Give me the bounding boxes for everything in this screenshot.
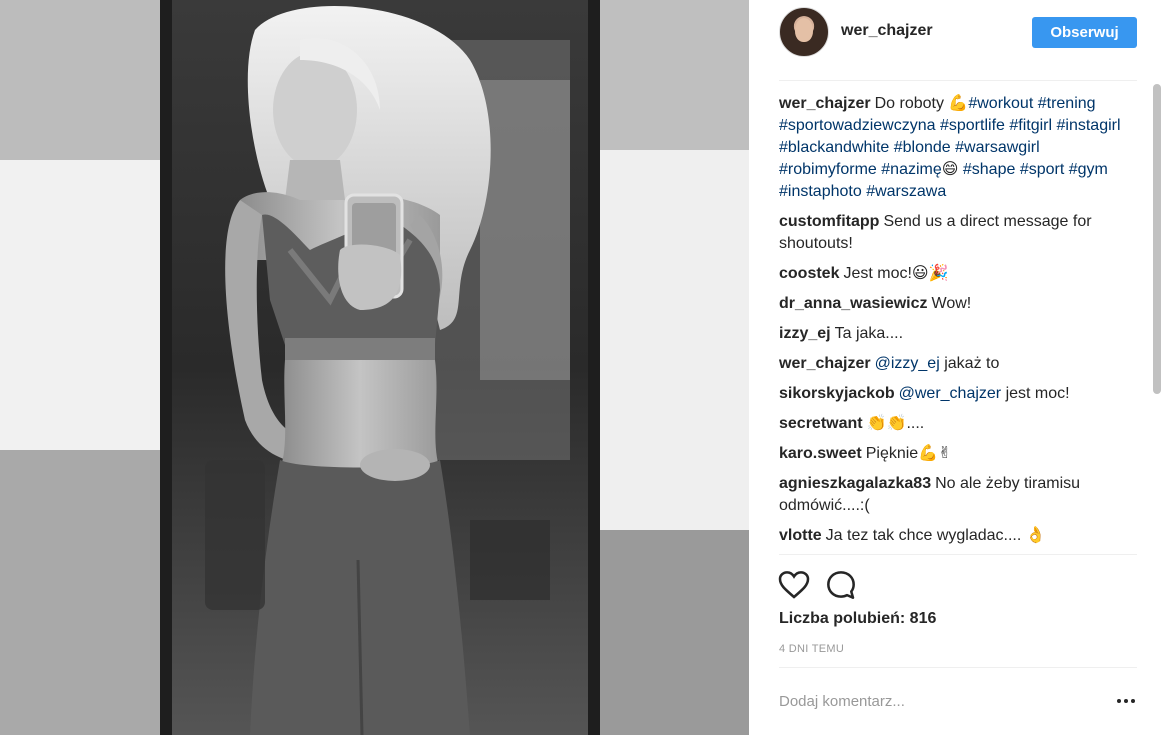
post-header: wer_chajzer Obserwuj	[779, 0, 1137, 81]
heart-outline-icon[interactable]	[777, 569, 811, 601]
likes-count[interactable]: Liczba polubień: 816	[779, 610, 936, 628]
hashtag-link[interactable]: #gym	[1069, 161, 1108, 178]
comments-list[interactable]: wer_chajzer Do roboty 💪#workout #trening …	[779, 93, 1137, 554]
comment-item: secretwant 👏👏....	[779, 413, 1137, 435]
comment-username[interactable]: secretwant	[779, 415, 863, 432]
comment-item: coostek Jest moc!😃🎉	[779, 263, 1137, 285]
hashtag-link[interactable]: @izzy_ej	[875, 355, 940, 372]
hashtag-link[interactable]: #instagirl	[1057, 117, 1121, 134]
more-options-icon[interactable]	[1116, 695, 1136, 707]
comment-username[interactable]: coostek	[779, 265, 839, 282]
comment-text: jakaż to	[939, 355, 1000, 372]
comment-username[interactable]: wer_chajzer	[779, 355, 871, 372]
hashtag-link[interactable]: #sportowadziewczyna	[779, 117, 936, 134]
comment-username[interactable]: izzy_ej	[779, 325, 831, 342]
post-photo[interactable]	[0, 0, 749, 735]
post-timestamp[interactable]: 4 DNI TEMU	[779, 643, 844, 655]
hashtag-link[interactable]: @wer_chajzer	[899, 385, 1002, 402]
hashtag-link[interactable]: #workout	[968, 95, 1033, 112]
hashtag-link[interactable]: #blonde	[894, 139, 951, 156]
hashtag-link[interactable]: #fitgirl	[1009, 117, 1052, 134]
comment-text: Pięknie💪✌	[865, 445, 952, 462]
comment-username[interactable]: dr_anna_wasiewicz	[779, 295, 928, 312]
comment-text: Ja tez tak chce wygladac.... 👌	[825, 527, 1046, 544]
hashtag-link[interactable]: #sportlife	[940, 117, 1005, 134]
hashtag-link[interactable]: #shape	[963, 161, 1016, 178]
comment-item: karo.sweet Pięknie💪✌	[779, 443, 1137, 465]
speech-bubble-icon[interactable]	[825, 569, 857, 601]
comment-username[interactable]: customfitapp	[779, 213, 879, 230]
follow-button[interactable]: Obserwuj	[1032, 17, 1137, 48]
hashtag-link[interactable]: #warsawgirl	[955, 139, 1039, 156]
scrollbar-thumb[interactable]	[1153, 84, 1161, 394]
post-caption: wer_chajzer Do roboty 💪#workout #trening …	[779, 93, 1137, 203]
comment-text: Do roboty 💪	[874, 95, 969, 112]
comment-text: Wow!	[931, 295, 972, 312]
comment-username[interactable]: vlotte	[779, 527, 822, 544]
photo-image	[0, 0, 749, 735]
hashtag-link[interactable]: #nazimę	[881, 161, 941, 178]
comment-text: Ta jaka....	[834, 325, 904, 342]
comments-scrollbar[interactable]	[1153, 84, 1161, 554]
comment-username[interactable]: karo.sweet	[779, 445, 862, 462]
hashtag-link[interactable]: #blackandwhite	[779, 139, 889, 156]
comment-text: Jest moc!😃🎉	[843, 265, 949, 282]
comment-item: wer_chajzer @izzy_ej jakaż to	[779, 353, 1137, 375]
hashtag-link[interactable]: #warszawa	[866, 183, 946, 200]
username-link[interactable]: wer_chajzer	[841, 22, 933, 40]
comment-item: dr_anna_wasiewicz Wow!	[779, 293, 1137, 315]
avatar-face	[795, 18, 813, 42]
comment-username[interactable]: agnieszkagalazka83	[779, 475, 931, 492]
avatar[interactable]	[779, 7, 829, 57]
hashtag-link[interactable]: #instaphoto	[779, 183, 862, 200]
comment-text: 👏👏....	[866, 415, 925, 432]
comment-text: 😄	[941, 161, 963, 178]
comment-username[interactable]: sikorskyjackob	[779, 385, 895, 402]
add-comment-input[interactable]	[779, 683, 1099, 719]
post-actions: Liczba polubień: 816 4 DNI TEMU	[777, 554, 1137, 668]
hashtag-link[interactable]: #trening	[1038, 95, 1096, 112]
comment-item: sikorskyjackob @wer_chajzer jest moc!	[779, 383, 1137, 405]
hashtag-link[interactable]: #robimyforme	[779, 161, 877, 178]
comment-item: vlotte Ja tez tak chce wygladac.... 👌	[779, 525, 1137, 547]
comment-text: jest moc!	[1001, 385, 1070, 402]
post-details-panel: wer_chajzer Obserwuj wer_chajzer Do robot…	[749, 0, 1165, 735]
comment-item: customfitapp Send us a direct message for…	[779, 211, 1137, 255]
hashtag-link[interactable]: #sport	[1020, 161, 1064, 178]
comment-item: agnieszkagalazka83 No ale żeby tiramisu o…	[779, 473, 1137, 517]
comment-item: izzy_ej Ta jaka....	[779, 323, 1137, 345]
comment-username[interactable]: wer_chajzer	[779, 95, 871, 112]
